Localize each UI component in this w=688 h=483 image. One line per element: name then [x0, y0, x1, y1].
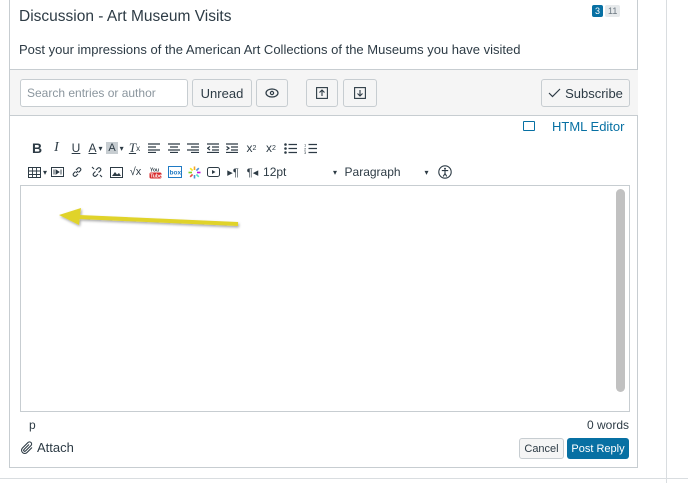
keyboard-icon [523, 121, 535, 131]
mark-read-button[interactable] [256, 79, 288, 107]
annotation-arrow [59, 208, 239, 226]
post-reply-button[interactable]: Post Reply [567, 438, 629, 459]
align-center-icon[interactable] [165, 139, 183, 157]
attach-label: Attach [37, 440, 74, 455]
video-embed-icon[interactable] [205, 163, 223, 181]
table-button[interactable]: ▾ [28, 163, 47, 181]
image-icon[interactable] [107, 163, 125, 181]
checkmark-icon [548, 88, 561, 98]
block-format-value: Paragraph [344, 165, 401, 179]
insert-toolbar: ▾ √x You Tube box ▸¶ ¶◂ 12pt ▾ Paragraph ▾ [28, 163, 456, 181]
subscript-button[interactable]: x2 [262, 139, 280, 157]
attach-link[interactable]: Attach [20, 440, 74, 455]
search-input[interactable] [20, 79, 188, 107]
indent-icon[interactable] [223, 139, 241, 157]
expand-icon [354, 87, 366, 99]
bold-button[interactable]: B [28, 139, 46, 157]
scrollbar[interactable] [616, 189, 625, 392]
discussion-prompt: Post your impressions of the American Ar… [19, 42, 521, 57]
media-icon[interactable] [49, 163, 67, 181]
unread-count-badge: 3 [592, 5, 604, 17]
paperclip-icon [21, 441, 33, 454]
align-right-icon[interactable] [184, 139, 202, 157]
subscribe-label: Subscribe [565, 85, 623, 101]
total-count-badge: 11 [605, 5, 621, 17]
subscribe-button[interactable]: Subscribe [541, 79, 630, 107]
svg-text:3: 3 [304, 150, 307, 154]
font-size-value: 12pt [263, 165, 287, 179]
italic-button[interactable]: I [48, 139, 66, 157]
collapse-threads-button[interactable] [306, 79, 338, 107]
youtube-icon[interactable]: You Tube [146, 163, 164, 181]
word-count: 0 words [587, 418, 630, 432]
superscript-button[interactable]: x2 [243, 139, 261, 157]
block-format-select[interactable]: Paragraph ▾ [345, 163, 435, 181]
rtl-icon[interactable]: ¶◂ [244, 163, 262, 181]
cancel-button[interactable]: Cancel [519, 438, 564, 459]
bullet-list-icon[interactable] [282, 139, 300, 157]
html-editor-link[interactable]: HTML Editor [552, 119, 624, 134]
divider [0, 478, 688, 479]
formatting-toolbar: B I U A ▾ A ▾ Tx x2 x2 123 [28, 139, 321, 157]
badge-group: 3 11 [592, 5, 621, 17]
box-icon[interactable]: box [166, 163, 184, 181]
align-left-icon[interactable] [145, 139, 163, 157]
link-icon[interactable] [68, 163, 86, 181]
apps-icon[interactable] [185, 163, 203, 181]
unlink-icon[interactable] [88, 163, 106, 181]
discussion-title: Discussion - Art Museum Visits [19, 8, 232, 25]
accessibility-icon[interactable] [436, 163, 454, 181]
unread-button[interactable]: Unread [192, 79, 252, 107]
svg-text:Tube: Tube [150, 173, 162, 179]
eye-icon [265, 88, 279, 98]
font-size-select[interactable]: 12pt ▾ [263, 163, 343, 181]
text-color-button[interactable]: A ▾ [87, 139, 105, 157]
clear-formatting-button[interactable]: Tx [126, 139, 144, 157]
element-path: p [29, 418, 36, 432]
collapse-icon [316, 87, 328, 99]
divider [666, 0, 667, 483]
underline-button[interactable]: U [67, 139, 85, 157]
highlight-color-button[interactable]: A ▾ [106, 139, 124, 157]
expand-threads-button[interactable] [343, 79, 377, 107]
outdent-icon[interactable] [204, 139, 222, 157]
ltr-icon[interactable]: ▸¶ [224, 163, 242, 181]
table-icon [28, 166, 41, 178]
numbered-list-icon[interactable]: 123 [301, 139, 319, 157]
svg-text:box: box [169, 170, 181, 177]
equation-icon[interactable]: √x [127, 163, 145, 181]
